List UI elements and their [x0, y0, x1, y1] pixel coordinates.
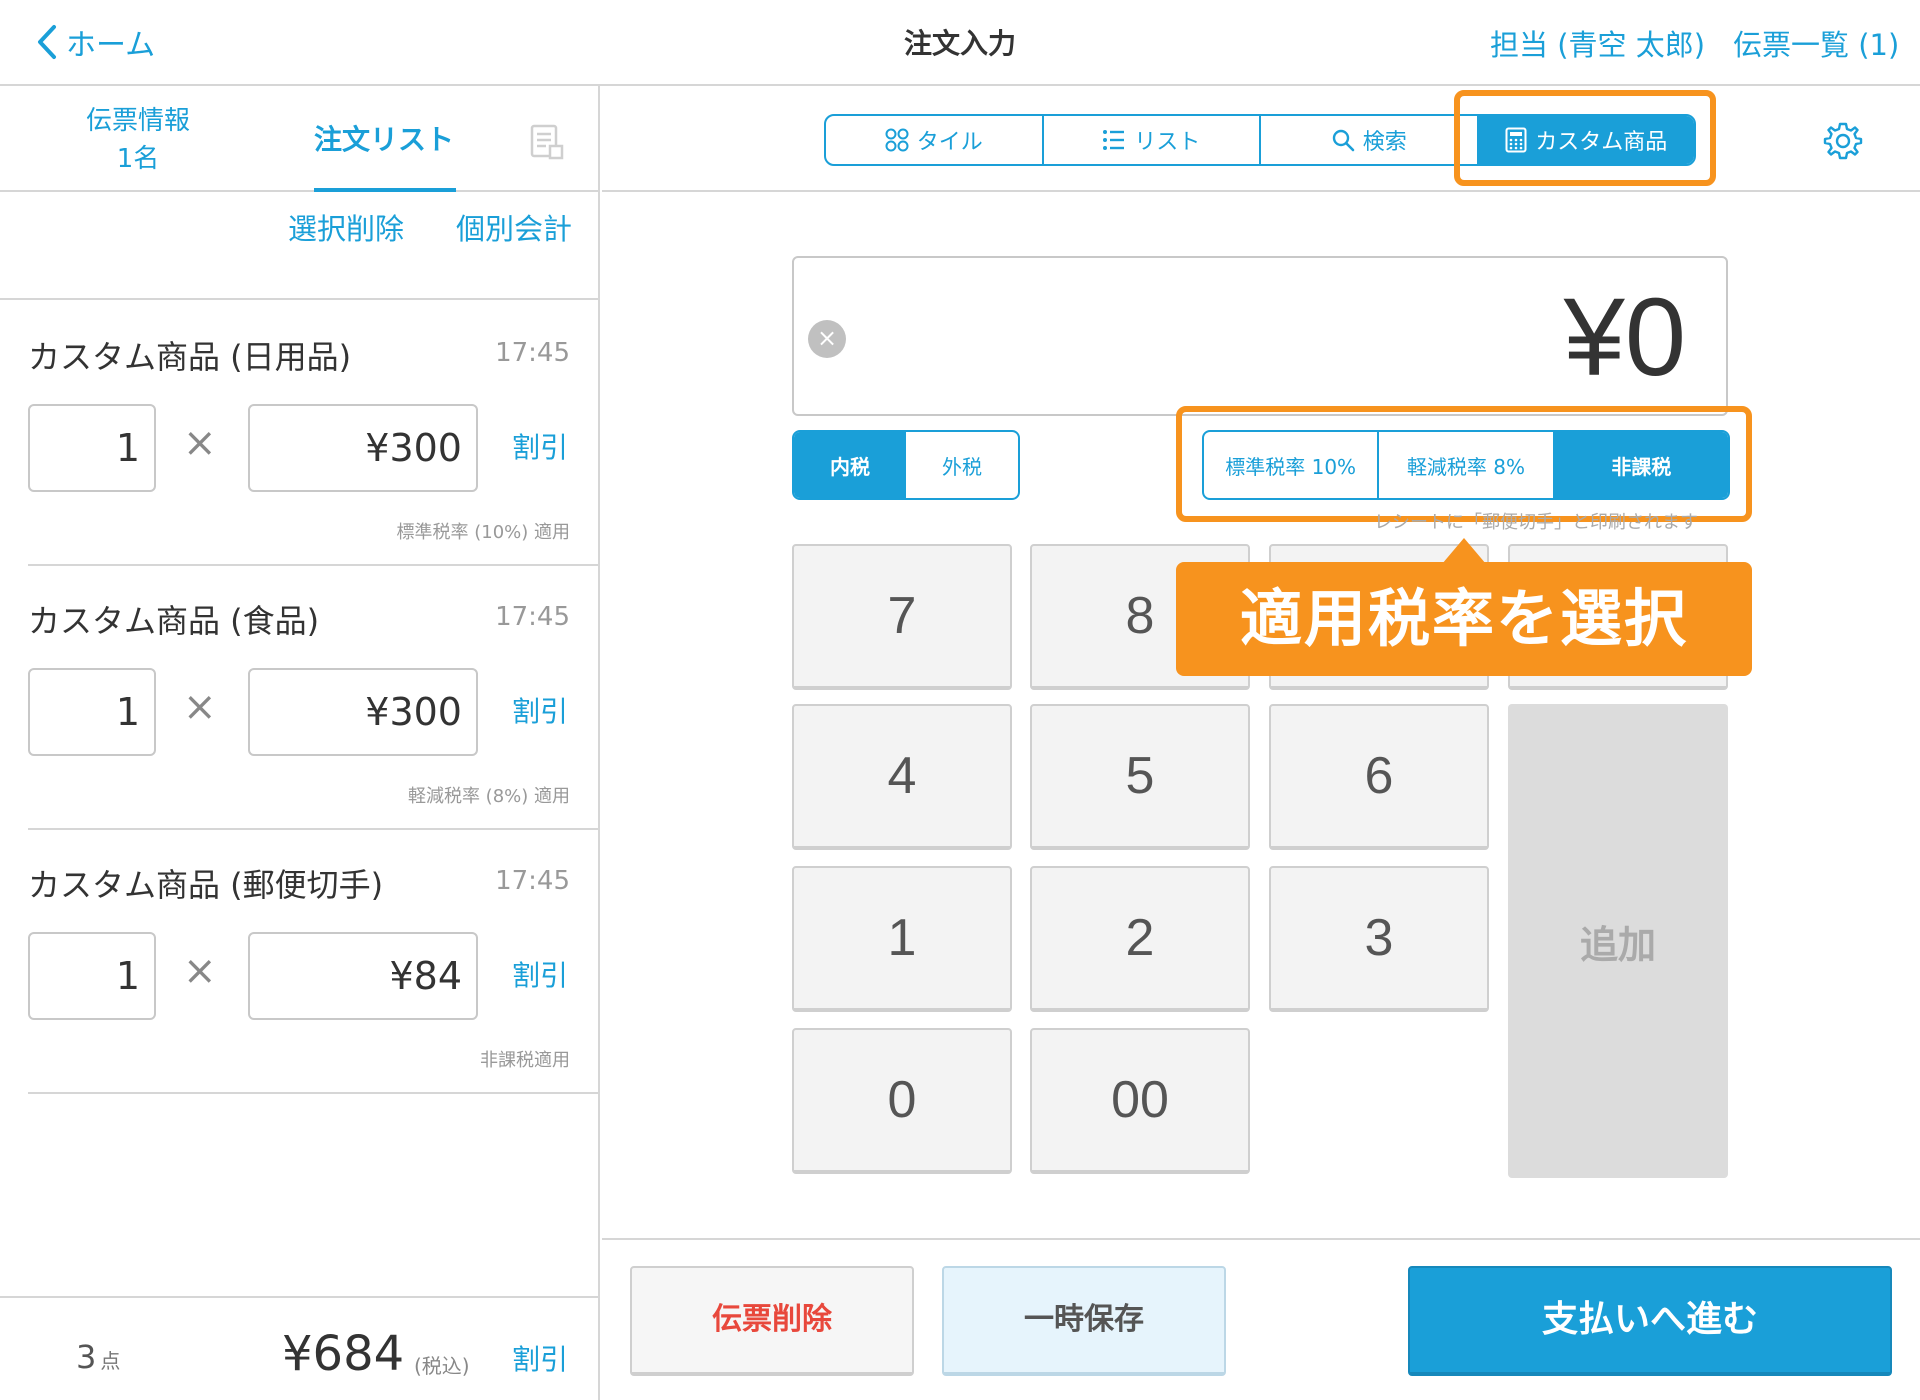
app-header: ホーム 注文入力 担当 (青空 太郎) 伝票一覧 (1): [0, 0, 1920, 86]
reduced-rate-button[interactable]: 軽減税率 8%: [1379, 432, 1555, 498]
view-mode-segmented-control: タイル リスト 検索 カスタム商品: [824, 114, 1696, 166]
clear-icon[interactable]: ×: [808, 320, 846, 358]
total-amount: ¥684: [282, 1326, 405, 1382]
item-count-value: 3: [76, 1338, 97, 1376]
proceed-to-payment-button[interactable]: 支払いへ進む: [1408, 1266, 1892, 1376]
tax-exclusive-button[interactable]: 外税: [906, 432, 1018, 498]
multiply-icon: ×: [183, 420, 217, 466]
tax-note: 非課税適用: [480, 1050, 570, 1071]
price-field[interactable]: ¥84: [248, 932, 478, 1020]
view-mode-bar: タイル リスト 検索 カスタム商品: [602, 86, 1920, 192]
item-name: カスタム商品 (食品): [28, 602, 320, 640]
list-icon: [1103, 130, 1125, 150]
key-0[interactable]: 0: [792, 1028, 1012, 1174]
select-delete-button[interactable]: 選択削除: [288, 206, 404, 248]
discount-button[interactable]: 割引: [512, 426, 568, 466]
order-summary: 3点 ¥684 (税込) 割引: [0, 1296, 598, 1400]
quantity-field[interactable]: 1: [28, 404, 156, 492]
active-tab-indicator: [314, 188, 456, 192]
key-00[interactable]: 00: [1030, 1028, 1250, 1174]
tab-list[interactable]: リスト: [1044, 116, 1261, 164]
quantity-field[interactable]: 1: [28, 932, 156, 1020]
tax-note: 軽減税率 (8%) 適用: [407, 786, 570, 807]
sidebar-tabs: 伝票情報 1名 注文リスト: [0, 86, 598, 192]
key-8[interactable]: 8: [1030, 544, 1250, 690]
amount-value: ¥0: [1563, 276, 1686, 399]
input-panel: タイル リスト 検索 カスタム商品 × ¥0 内税 外税 標準税率 10% 軽減…: [602, 86, 1920, 1400]
item-name: カスタム商品 (日用品): [28, 338, 352, 376]
tab-custom-item[interactable]: カスタム商品: [1478, 116, 1694, 164]
bottom-action-bar: 伝票削除 一時保存 支払いへ進む: [602, 1238, 1920, 1400]
list-item[interactable]: カスタム商品 (日用品) 17:45 1 × ¥300 割引 標準税率 (10%…: [0, 302, 598, 566]
receipt-note: レシートに「郵便切手」と印刷されます: [1374, 512, 1698, 533]
key-backspace[interactable]: [1508, 544, 1728, 690]
total-discount-button[interactable]: 割引: [512, 1338, 568, 1378]
chevron-left-icon: [38, 25, 56, 59]
tab-order-list[interactable]: 注文リスト: [314, 118, 454, 158]
list-item[interactable]: カスタム商品 (食品) 17:45 1 × ¥300 割引 軽減税率 (8%) …: [0, 566, 598, 830]
key-9[interactable]: [1269, 544, 1489, 690]
item-time: 17:45: [495, 602, 570, 632]
discount-button[interactable]: 割引: [512, 690, 568, 730]
back-button[interactable]: ホーム: [36, 18, 155, 66]
staff-link[interactable]: 担当 (青空 太郎): [1490, 22, 1705, 64]
key-1[interactable]: 1: [792, 866, 1012, 1012]
tab-list-label: リスト: [1134, 130, 1201, 155]
settings-button[interactable]: [1822, 120, 1864, 166]
key-4[interactable]: 4: [792, 704, 1012, 850]
item-count: 3点: [76, 1338, 120, 1376]
discount-button[interactable]: 割引: [512, 954, 568, 994]
item-time: 17:45: [495, 338, 570, 368]
key-6[interactable]: 6: [1269, 704, 1489, 850]
standard-rate-button[interactable]: 標準税率 10%: [1204, 432, 1380, 498]
price-field[interactable]: ¥300: [248, 668, 478, 756]
individual-pay-button[interactable]: 個別会計: [456, 206, 572, 248]
tab-search[interactable]: 検索: [1261, 116, 1479, 164]
key-5[interactable]: 5: [1030, 704, 1250, 850]
quantity-field[interactable]: 1: [28, 668, 156, 756]
tax-note: 標準税率 (10%) 適用: [396, 522, 571, 543]
grid-icon: [885, 128, 909, 152]
delete-slip-button[interactable]: 伝票削除: [630, 1266, 914, 1376]
item-count-unit: 点: [100, 1349, 121, 1373]
temp-save-button[interactable]: 一時保存: [942, 1266, 1226, 1376]
tax-included-label: (税込): [414, 1354, 470, 1378]
list-item[interactable]: カスタム商品 (郵便切手) 17:45 1 × ¥84 割引 非課税適用: [0, 830, 598, 1094]
key-2[interactable]: 2: [1030, 866, 1250, 1012]
add-button[interactable]: 追加: [1508, 704, 1728, 1178]
tax-rate-selector: 標準税率 10% 軽減税率 8% 非課税: [1202, 430, 1730, 500]
tab-slip-info-guests: 1名: [116, 144, 160, 174]
tab-tile[interactable]: タイル: [826, 116, 1044, 164]
slip-list-link[interactable]: 伝票一覧 (1): [1733, 22, 1899, 64]
back-label: ホーム: [66, 28, 156, 63]
tax-inclusive-button[interactable]: 内税: [794, 432, 906, 498]
item-time: 17:45: [495, 866, 570, 896]
price-field[interactable]: ¥300: [248, 404, 478, 492]
item-name: カスタム商品 (郵便切手): [28, 866, 384, 904]
tab-search-label: 検索: [1362, 130, 1407, 155]
tab-custom-item-label: カスタム商品: [1535, 130, 1668, 155]
receipt-icon[interactable]: [530, 124, 564, 164]
key-3[interactable]: 3: [1269, 866, 1489, 1012]
multiply-icon: ×: [183, 948, 217, 994]
search-icon: [1332, 129, 1355, 152]
multiply-icon: ×: [183, 684, 217, 730]
tab-tile-label: タイル: [916, 130, 983, 155]
calculator-icon: [1505, 127, 1527, 153]
key-7[interactable]: 7: [792, 544, 1012, 690]
tab-slip-info[interactable]: 伝票情報 1名: [60, 102, 216, 178]
divider: [28, 1092, 598, 1094]
tax-exempt-button[interactable]: 非課税: [1554, 432, 1728, 498]
order-sidebar: 伝票情報 1名 注文リスト 選択削除 個別会計 カスタム商品 (日用品) 17:…: [0, 86, 600, 1400]
gear-icon: [1823, 122, 1863, 160]
tab-slip-info-label: 伝票情報: [85, 106, 190, 136]
tax-mode-toggle: 内税 外税: [792, 430, 1020, 500]
amount-display: × ¥0: [792, 256, 1728, 416]
